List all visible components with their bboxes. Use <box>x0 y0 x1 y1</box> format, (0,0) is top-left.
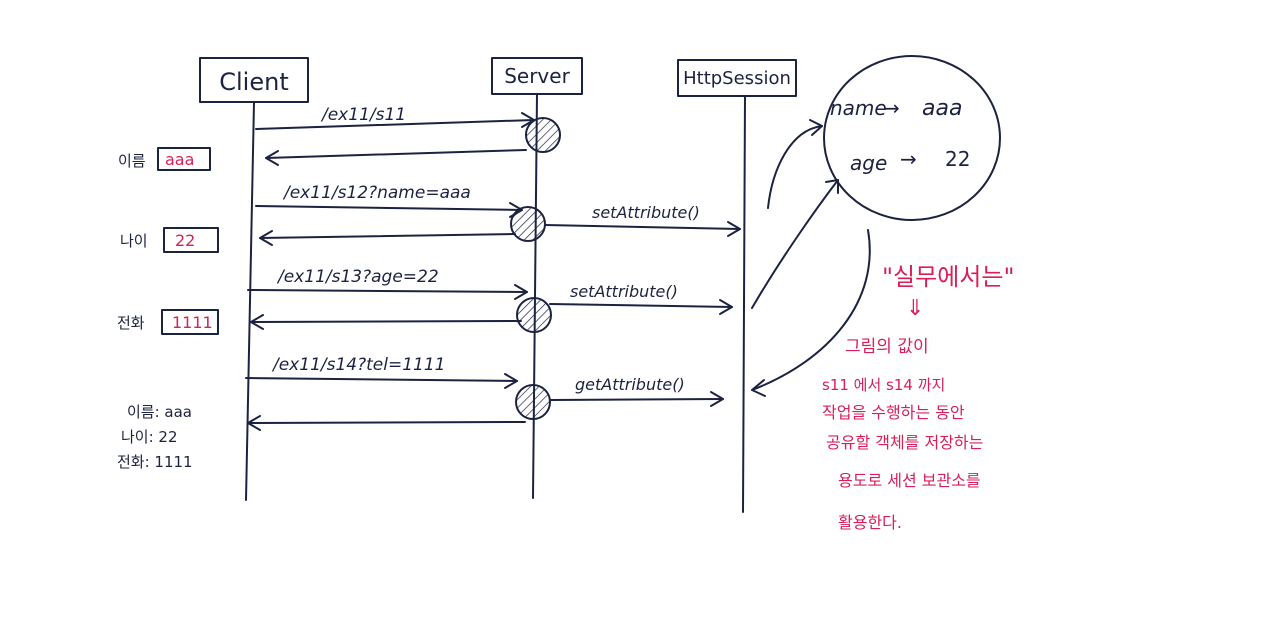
server-activation-1 <box>525 117 561 153</box>
note-line-3: 작업을 수행하는 동안 <box>822 403 965 422</box>
response-arrow-2 <box>259 230 516 246</box>
note-line-4: 공유할 객체를 저장하는 <box>826 433 983 452</box>
sequence-diagram: Client Server HttpSession /ex11/s11 /ex1… <box>117 55 1014 532</box>
actor-client: Client <box>199 57 309 103</box>
form-tel-value: 1111 <box>172 313 213 332</box>
form-age-label: 나이 <box>120 232 148 250</box>
store-arrow-in-1 <box>767 125 823 209</box>
form-tel: 전화 1111 <box>117 309 219 335</box>
note-line-5: 용도로 세션 보관소를 <box>838 471 981 490</box>
actor-server: Server <box>491 57 583 95</box>
store-value-name: aaa <box>922 96 962 121</box>
response-arrow-1 <box>265 149 527 166</box>
result-summary: 이름: aaa 나이: 22 전화: 1111 <box>117 403 193 471</box>
actor-client-label: Client <box>219 68 288 96</box>
session-call-label-1: setAttribute() <box>592 203 700 222</box>
form-tel-label: 전화 <box>117 314 145 332</box>
form-name-label: 이름 <box>118 152 146 170</box>
request-arrow-3: /ex11/s13?age=22 <box>247 267 528 300</box>
store-key-name: name <box>830 96 887 120</box>
form-name-value: aaa <box>165 150 194 169</box>
session-store: name → aaa age → 22 <box>823 55 1001 221</box>
request-arrow-2: /ex11/s12?name=aaa <box>255 183 523 218</box>
actor-session: HttpSession <box>677 59 797 97</box>
session-call-label-2: setAttribute() <box>570 282 678 301</box>
store-arrow-1: → <box>883 96 900 120</box>
note-line-6: 활용한다. <box>838 513 902 532</box>
server-activation-2 <box>510 206 546 242</box>
store-value-age: 22 <box>945 147 970 171</box>
session-call-2: setAttribute() <box>549 282 733 315</box>
note-line-2: s11 에서 s14 까지 <box>822 376 945 394</box>
store-arrow-in-2 <box>751 179 839 309</box>
request-label-1: /ex11/s11 <box>320 105 406 125</box>
form-age-value: 22 <box>175 231 195 250</box>
store-arrow-out <box>751 229 871 391</box>
request-label-4: /ex11/s14?tel=1111 <box>271 355 445 375</box>
response-arrow-4 <box>247 415 526 431</box>
server-activation-4 <box>515 384 551 420</box>
request-label-3: /ex11/s13?age=22 <box>276 267 439 287</box>
result-line-1: 이름: aaa <box>127 403 192 421</box>
session-call-1: setAttribute() <box>544 203 741 237</box>
note-down-arrow: ⇓ <box>906 296 924 321</box>
client-lifeline <box>245 101 255 501</box>
note-heading: "실무에서는" <box>882 263 1014 291</box>
session-call-3: getAttribute() <box>549 375 724 407</box>
result-line-3: 전화: 1111 <box>117 453 193 471</box>
request-arrow-1: /ex11/s11 <box>255 105 535 130</box>
store-key-age: age <box>850 151 887 175</box>
store-arrow-2: → <box>900 147 917 171</box>
note-line-1: 그림의 값이 <box>845 337 929 357</box>
server-lifeline <box>532 93 538 499</box>
session-call-label-3: getAttribute() <box>575 375 685 394</box>
request-arrow-4: /ex11/s14?tel=1111 <box>245 355 518 389</box>
request-label-2: /ex11/s12?name=aaa <box>282 183 471 203</box>
result-line-2: 나이: 22 <box>121 428 178 446</box>
actor-server-label: Server <box>504 64 570 88</box>
session-lifeline <box>742 95 746 513</box>
form-age: 나이 22 <box>120 227 219 253</box>
actor-session-label: HttpSession <box>683 68 791 89</box>
form-name: 이름 aaa <box>118 147 211 171</box>
practice-note: "실무에서는" ⇓ 그림의 값이 s11 에서 s14 까지 작업을 수행하는 … <box>822 263 1014 532</box>
response-arrow-3 <box>250 314 522 330</box>
server-activation-3 <box>516 297 552 333</box>
